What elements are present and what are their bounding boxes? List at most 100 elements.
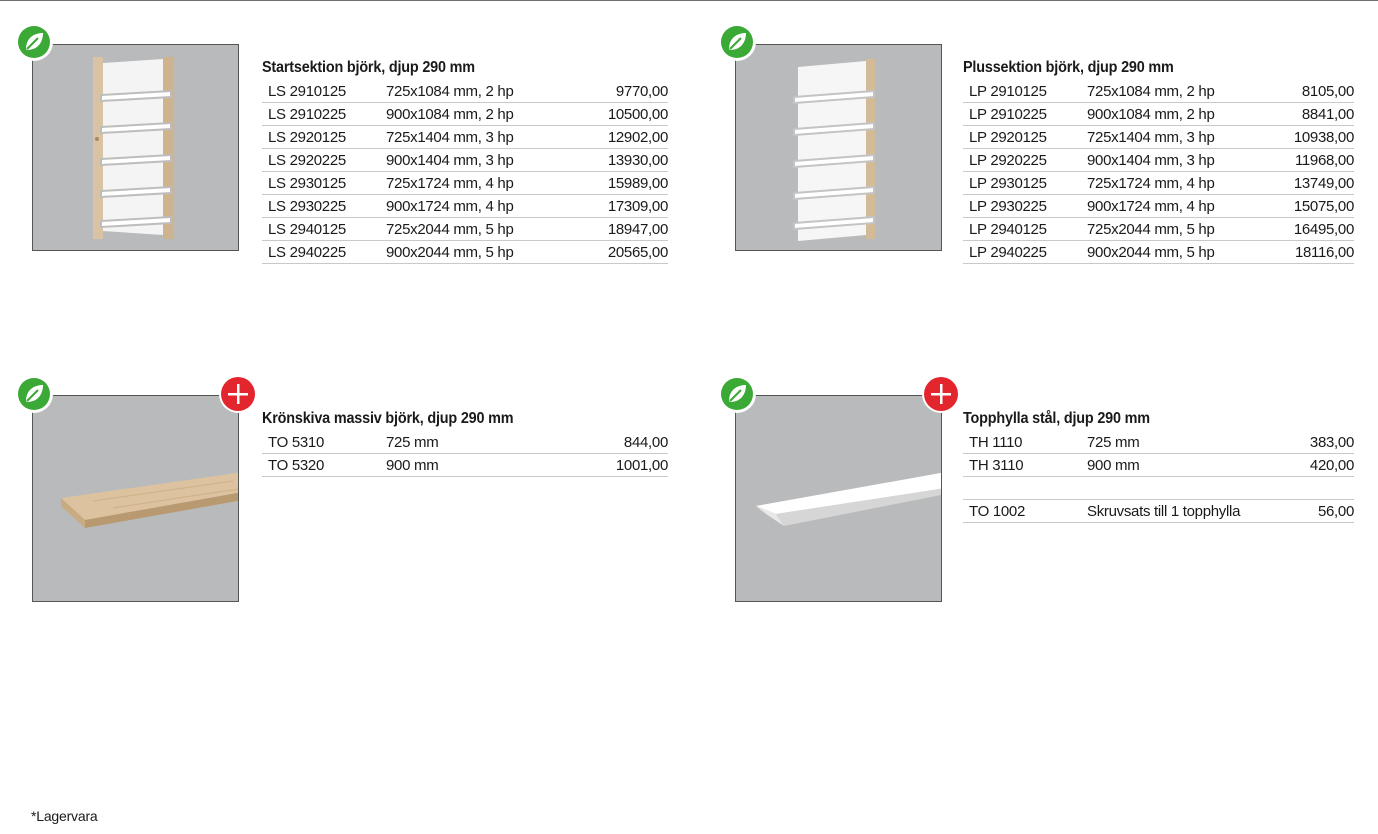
article-number-cell: LP 2930225: [963, 194, 1081, 218]
price-cell: 16495,00: [1239, 217, 1354, 241]
table-row: LS 2920225 900x1404 mm, 3 hp 13930,00: [262, 148, 668, 172]
price-cell: 13749,00: [1239, 171, 1354, 195]
price-cell: 12902,00: [548, 125, 668, 149]
description-cell: 725x1404 mm, 3 hp: [1081, 125, 1239, 149]
table-row: LP 2920125 725x1404 mm, 3 hp 10938,00: [963, 125, 1354, 149]
article-number-cell: TH 1110: [963, 431, 1081, 454]
leaf-icon: [14, 22, 54, 62]
table-row: TH 3110 900 mm 420,00: [963, 453, 1354, 477]
table-spacer-row: [963, 476, 1354, 500]
description-cell: 900x1404 mm, 3 hp: [380, 148, 548, 172]
article-number-cell: LS 2940125: [262, 217, 380, 241]
plus-icon: [921, 374, 961, 414]
price-cell: 15075,00: [1239, 194, 1354, 218]
description-cell: 900x2044 mm, 5 hp: [1081, 240, 1239, 264]
article-number-cell: TH 3110: [963, 453, 1081, 477]
description-cell: 900x1404 mm, 3 hp: [1081, 148, 1239, 172]
price-cell: 383,00: [1281, 431, 1354, 454]
article-number-cell: TO 5320: [262, 453, 380, 477]
table-row: TH 1110 725 mm 383,00: [963, 431, 1354, 454]
price-cell: 9770,00: [548, 80, 668, 103]
plussektion-photo: [735, 44, 942, 251]
article-number-cell: LP 2910225: [963, 102, 1081, 126]
description-cell: Skruvsats till 1 topphylla: [1081, 499, 1281, 523]
topphylla-photo: [735, 395, 942, 602]
price-cell: 8841,00: [1239, 102, 1354, 126]
section-title: Plussektion björk, djup 290 mm: [963, 59, 1174, 76]
description-cell: 900x1724 mm, 4 hp: [1081, 194, 1239, 218]
table-row: LS 2930125 725x1724 mm, 4 hp 15989,00: [262, 171, 668, 195]
section-topphylla: Topphylla stål, djup 290 mm TH 1110 725 m…: [963, 409, 1354, 523]
price-cell: 56,00: [1281, 499, 1354, 523]
price-cell: 10500,00: [548, 102, 668, 126]
product-table: LS 2910125 725x1084 mm, 2 hp 9770,00 LS 291…: [262, 80, 668, 264]
description-cell: 900x1724 mm, 4 hp: [380, 194, 548, 218]
price-cell: 1001,00: [548, 453, 668, 477]
description-cell: 900x1084 mm, 2 hp: [380, 102, 548, 126]
price-cell: 20565,00: [548, 240, 668, 264]
article-number-cell: LS 2910125: [262, 80, 380, 103]
section-kronskiva: Krönskiva massiv björk, djup 290 mm TO 5…: [262, 409, 668, 477]
table-row: LS 2940125 725x2044 mm, 5 hp 18947,00: [262, 217, 668, 241]
price-cell: 13930,00: [548, 148, 668, 172]
table-row: LP 2910225 900x1084 mm, 2 hp 8841,00: [963, 102, 1354, 126]
table-row: TO 5310 725 mm 844,00: [262, 431, 668, 454]
section-startsektion: Startsektion björk, djup 290 mm LS 29101…: [262, 58, 668, 264]
article-number-cell: LP 2920225: [963, 148, 1081, 172]
startsektion-photo: [32, 44, 239, 251]
leaf-icon: [717, 374, 757, 414]
price-cell: 844,00: [548, 431, 668, 454]
price-cell: 11968,00: [1239, 148, 1354, 172]
section-title: Topphylla stål, djup 290 mm: [963, 410, 1150, 427]
product-table: TH 1110 725 mm 383,00 TH 3110 900 mm 420,00 TO…: [963, 431, 1354, 523]
table-row: LP 2930225 900x1724 mm, 4 hp 15075,00: [963, 194, 1354, 218]
plus-icon: [218, 374, 258, 414]
description-cell: 725x1084 mm, 2 hp: [380, 80, 548, 103]
description-cell: 725 mm: [1081, 431, 1281, 454]
description-cell: 900 mm: [380, 453, 548, 477]
table-spacer-cell: [1281, 476, 1354, 500]
description-cell: 725x1084 mm, 2 hp: [1081, 80, 1239, 103]
table-spacer-cell: [963, 476, 1081, 500]
table-row: LP 2940125 725x2044 mm, 5 hp 16495,00: [963, 217, 1354, 241]
kronskiva-photo: [32, 395, 239, 602]
product-table: LP 2910125 725x1084 mm, 2 hp 8105,00 LP 291…: [963, 80, 1354, 264]
article-number-cell: TO 5310: [262, 431, 380, 454]
product-table: TO 5310 725 mm 844,00 TO 5320 900 mm 1001,00: [262, 431, 668, 477]
leaf-icon: [717, 22, 757, 62]
description-cell: 725x1404 mm, 3 hp: [380, 125, 548, 149]
article-number-cell: LS 2920225: [262, 148, 380, 172]
footnote: *Lagervara: [31, 808, 98, 824]
price-cell: 10938,00: [1239, 125, 1354, 149]
description-cell: 725 mm: [380, 431, 548, 454]
price-cell: 420,00: [1281, 453, 1354, 477]
section-title: Startsektion björk, djup 290 mm: [262, 59, 475, 76]
table-row: LS 2940225 900x2044 mm, 5 hp 20565,00: [262, 240, 668, 264]
description-cell: 900x2044 mm, 5 hp: [380, 240, 548, 264]
table-spacer-cell: [1081, 476, 1281, 500]
table-row: LS 2910225 900x1084 mm, 2 hp 10500,00: [262, 102, 668, 126]
table-row: TO 1002 Skruvsats till 1 topphylla 56,00: [963, 499, 1354, 523]
price-cell: 17309,00: [548, 194, 668, 218]
price-cell: 15989,00: [548, 171, 668, 195]
article-number-cell: LS 2910225: [262, 102, 380, 126]
table-row: LP 2910125 725x1084 mm, 2 hp 8105,00: [963, 80, 1354, 103]
leaf-icon: [14, 374, 54, 414]
article-number-cell: LS 2940225: [262, 240, 380, 264]
article-number-cell: LS 2930125: [262, 171, 380, 195]
article-number-cell: LP 2920125: [963, 125, 1081, 149]
description-cell: 900 mm: [1081, 453, 1281, 477]
article-number-cell: TO 1002: [963, 499, 1081, 523]
article-number-cell: LP 2910125: [963, 80, 1081, 103]
table-row: TO 5320 900 mm 1001,00: [262, 453, 668, 477]
table-row: LP 2940225 900x2044 mm, 5 hp 18116,00: [963, 240, 1354, 264]
article-number-cell: LP 2930125: [963, 171, 1081, 195]
section-title: Krönskiva massiv björk, djup 290 mm: [262, 410, 514, 427]
table-row: LS 2920125 725x1404 mm, 3 hp 12902,00: [262, 125, 668, 149]
description-cell: 725x1724 mm, 4 hp: [380, 171, 548, 195]
article-number-cell: LS 2920125: [262, 125, 380, 149]
description-cell: 900x1084 mm, 2 hp: [1081, 102, 1239, 126]
table-row: LP 2930125 725x1724 mm, 4 hp 13749,00: [963, 171, 1354, 195]
article-number-cell: LP 2940225: [963, 240, 1081, 264]
article-number-cell: LS 2930225: [262, 194, 380, 218]
